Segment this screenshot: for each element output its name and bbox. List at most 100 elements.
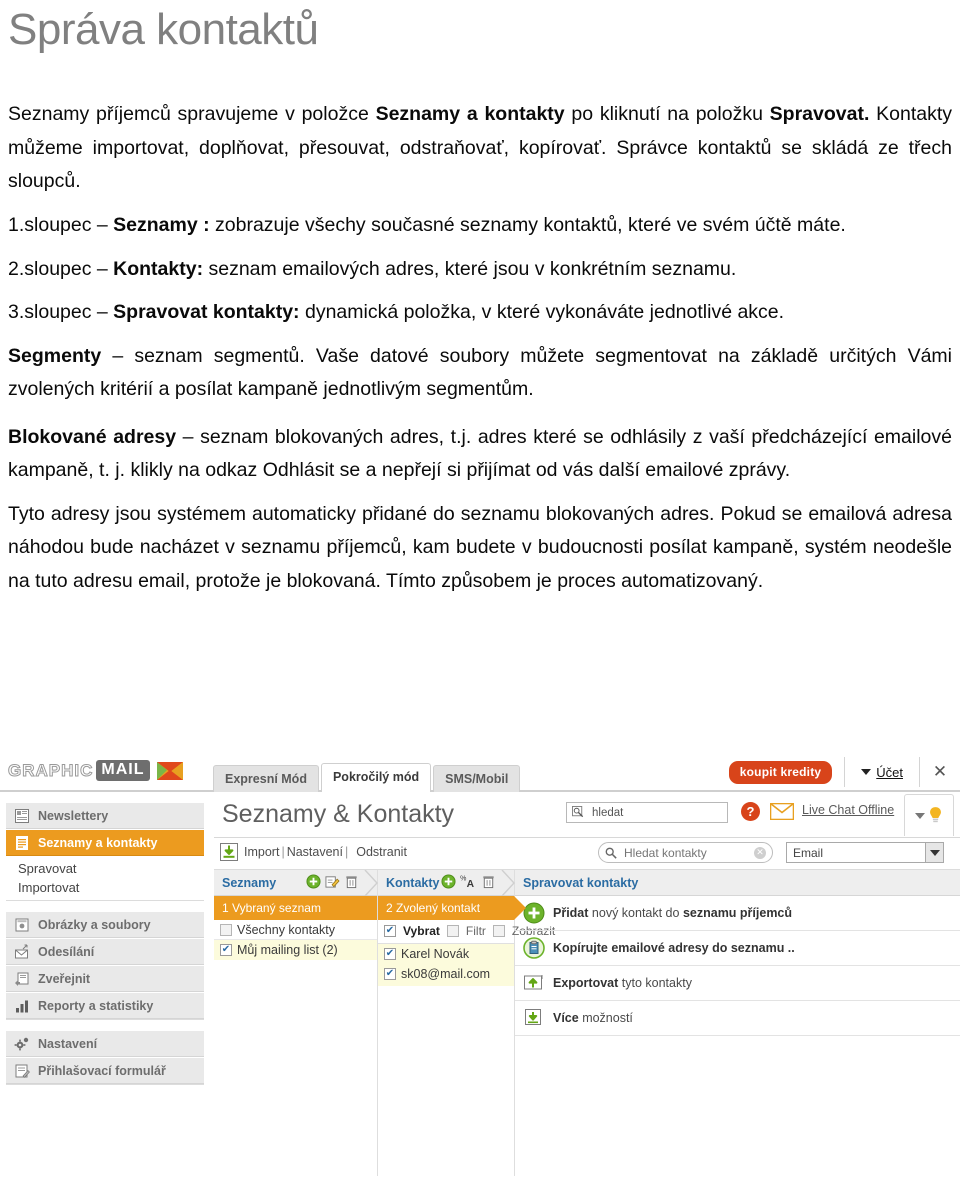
sidebar-item-label: Seznamy a kontakty (38, 835, 158, 850)
add-icon[interactable] (306, 874, 321, 889)
list-item-number: 2.sloupec – (8, 257, 114, 280)
action-label-bold: Více (553, 1011, 579, 1025)
toolbar-link-nastaveni[interactable]: Nastavení (287, 845, 343, 859)
segmenty-paragraph: Segmenty – seznam segmentů. Vaše datové … (8, 340, 952, 407)
add-icon[interactable] (441, 874, 456, 889)
edit-icon[interactable] (325, 874, 340, 889)
action-copy-emails[interactable]: Kopírujte emailové adresy do seznamu .. (515, 931, 960, 966)
segmenty-term: Segmenty (8, 344, 102, 367)
export-upload-icon (523, 972, 545, 994)
chevron-down-icon[interactable] (925, 843, 943, 862)
list-item[interactable]: ✔ Všechny kontakty (214, 920, 377, 940)
tab-expresni-mod[interactable]: Expresní Mód (213, 765, 319, 792)
checkbox[interactable]: ✔ (220, 944, 232, 956)
help-icon[interactable]: ? (741, 802, 760, 821)
global-search-input[interactable] (590, 805, 722, 820)
filter-label-vybrat[interactable]: Vybrat (403, 924, 440, 938)
action-add-contact[interactable]: Přidat nový kontakt do seznamu příjemců (515, 896, 960, 931)
sidebar-group-2: Obrázky a soubory Odesílání Zveřejnit Re… (6, 911, 204, 1020)
account-label[interactable]: Účet (876, 765, 903, 780)
breadcrumb-chevron-icon (364, 870, 378, 896)
sidebar-item-label: Odesílání (38, 944, 95, 959)
list-item[interactable]: ✔ Karel Novák (378, 944, 514, 964)
delete-icon[interactable] (344, 874, 359, 889)
list-item-label: sk08@mail.com (401, 967, 491, 981)
list-item[interactable]: ✔ Můj mailing list (2) (214, 940, 377, 960)
toolbar-link-odstranit[interactable]: Odstranit (350, 845, 407, 859)
graphicmail-logo: GRAPHIC MAIL (7, 760, 183, 781)
document-page: Správa kontaktů Seznamy příjemců spravuj… (0, 5, 960, 598)
list-item-number: 3.sloupec – (8, 301, 114, 324)
tips-panel-toggle[interactable] (904, 794, 954, 836)
caret-down-icon (861, 769, 872, 775)
column-header-kontakty: Kontakty % A (378, 870, 515, 896)
action-more-options[interactable]: Více možností (515, 1001, 960, 1036)
toolbar-separator: | (281, 845, 285, 859)
checkbox[interactable]: ✔ (446, 925, 459, 937)
caret-glyph (929, 849, 940, 856)
action-label: Přidat nový kontakt do seznamu příjemců (553, 906, 792, 920)
sidebar-subitem-spravovat[interactable]: Spravovat (16, 859, 204, 878)
send-mail-icon (14, 944, 30, 960)
list-item: 2.sloupec – Kontakty: seznam emailových … (8, 253, 952, 287)
tab-sms-mobil[interactable]: SMS/Mobil (433, 765, 521, 792)
publish-icon (14, 971, 30, 987)
sidebar-item-seznamy-a-kontakty[interactable]: Seznamy a kontakty (6, 829, 204, 856)
tab-pokrocily-mod[interactable]: Pokročilý mód (320, 763, 432, 792)
sidebar-item-zverejnit[interactable]: Zveřejnit (6, 965, 204, 992)
sidebar-item-newslettery[interactable]: Newslettery (6, 802, 204, 829)
add-circle-icon (523, 902, 545, 924)
checkbox[interactable]: ✔ (492, 925, 505, 937)
live-chat-link[interactable]: Live Chat Offline (802, 803, 894, 817)
list-item-text: dynamická položka, v které vykonáváte je… (299, 301, 785, 324)
segmenty-text: – seznam segmentů. Vaše datové soubory m… (8, 344, 952, 401)
global-search[interactable] (566, 802, 728, 823)
logo-text-mail: MAIL (96, 760, 150, 781)
caret-down-icon (915, 812, 925, 819)
action-label-mid: nový kontakt do (588, 906, 683, 920)
filter-label-filtr[interactable]: Filtr (466, 924, 486, 938)
delete-icon[interactable] (481, 874, 496, 889)
list-item-text: seznam emailových adres, které jsou v ko… (203, 257, 737, 280)
contacts-search[interactable]: ✕ (598, 842, 773, 863)
checkbox[interactable]: ✔ (220, 923, 232, 936)
close-icon[interactable]: ✕ (920, 762, 960, 782)
action-export-contacts[interactable]: Exportovat tyto kontakty (515, 966, 960, 1001)
list-item-number: 1.sloupec – (8, 213, 114, 236)
account-menu[interactable]: Účet (844, 757, 920, 787)
sort-az-icon[interactable]: % A (460, 874, 477, 889)
import-download-icon[interactable] (220, 843, 238, 861)
checkbox[interactable]: ✔ (384, 948, 396, 960)
toolbar-link-import[interactable]: Import (244, 845, 279, 859)
action-label-mid: tyto kontakty (618, 976, 692, 990)
action-label: Více možností (553, 1011, 633, 1025)
clear-circle-icon[interactable]: ✕ (754, 846, 766, 859)
document-body: Seznamy příjemců spravujeme v položce Se… (4, 98, 956, 598)
sidebar-item-nastaveni[interactable]: Nastavení (6, 1030, 204, 1057)
toolbar-links: Import | Nastavení | Odstranit (244, 845, 407, 859)
page-title: Správa kontaktů (8, 5, 319, 54)
sidebar-item-odesilani[interactable]: Odesílání (6, 938, 204, 965)
three-column-area: Seznamy 1 Vybraný seznam Všechny kontakt… (214, 870, 960, 1176)
checkbox[interactable]: ✔ (384, 925, 396, 937)
list-item[interactable]: ✔ sk08@mail.com (378, 964, 514, 984)
gear-icon (14, 1036, 30, 1052)
action-label-bold: Kopírujte emailové adresy do seznamu .. (553, 941, 795, 955)
search-icon (572, 806, 585, 819)
closing-paragraph: Tyto adresy jsou systémem automaticky př… (8, 502, 952, 592)
sidebar-subitem-importovat[interactable]: Importovat (16, 878, 204, 897)
checkbox[interactable]: ✔ (384, 968, 396, 980)
sidebar-item-reporty-a-statistiky[interactable]: Reporty a statistiky (6, 992, 204, 1019)
buy-credits-button[interactable]: koupit kredity (728, 760, 833, 784)
action-label: Kopírujte emailové adresy do seznamu .. (553, 941, 795, 955)
main-header: Seznamy & Kontakty ? (214, 792, 960, 838)
contacts-list-icon (14, 835, 30, 851)
bar-chart-icon (14, 998, 30, 1014)
envelope-icon[interactable] (770, 803, 794, 820)
field-select[interactable]: Email (786, 842, 944, 863)
list-item-bold: Kontakty: (113, 257, 204, 280)
intro-bold-2: Spravovat. (769, 103, 870, 126)
sidebar-item-prihlasovaci-formular[interactable]: Přihlašovací formulář (6, 1057, 204, 1084)
contacts-search-input[interactable] (622, 844, 749, 861)
sidebar-item-obrazky-a-soubory[interactable]: Obrázky a soubory (6, 911, 204, 938)
